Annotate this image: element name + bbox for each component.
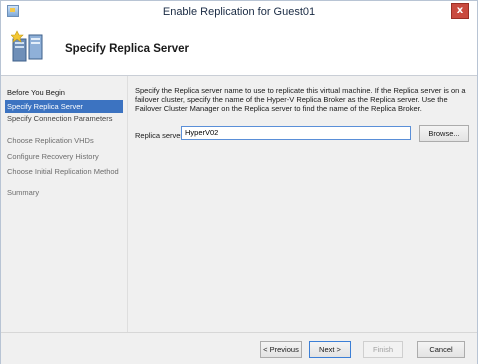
next-button[interactable]: Next > bbox=[309, 341, 351, 358]
browse-button[interactable]: Browse... bbox=[419, 125, 469, 142]
wizard-header: Specify Replica Server bbox=[1, 23, 477, 76]
sidebar-divider bbox=[127, 76, 128, 332]
step-summary[interactable]: Summary bbox=[5, 188, 123, 197]
replica-server-icon bbox=[11, 30, 43, 62]
step-specify-replica-server[interactable]: Specify Replica Server bbox=[5, 100, 123, 113]
wizard-content: Specify the Replica server name to use t… bbox=[129, 76, 475, 332]
step-specify-connection-parameters[interactable]: Specify Connection Parameters bbox=[5, 114, 123, 123]
page-title: Specify Replica Server bbox=[65, 43, 190, 55]
close-button[interactable]: x bbox=[451, 3, 469, 19]
window-title: Enable Replication for Guest01 bbox=[162, 6, 316, 18]
replica-server-input[interactable]: HyperV02 bbox=[181, 126, 411, 140]
step-configure-recovery-history[interactable]: Configure Recovery History bbox=[5, 152, 123, 161]
previous-button[interactable]: < Previous bbox=[260, 341, 302, 358]
title-bar[interactable]: Enable Replication for Guest01 x bbox=[1, 1, 477, 24]
instructions-text: Specify the Replica server name to use t… bbox=[135, 86, 466, 113]
wizard-window: Enable Replication for Guest01 x Specify… bbox=[0, 0, 478, 364]
replica-server-label: Replica server: bbox=[135, 131, 186, 140]
step-choose-initial-replication-method[interactable]: Choose Initial Replication Method bbox=[5, 167, 123, 176]
finish-button[interactable]: Finish bbox=[363, 341, 403, 358]
wizard-footer: < Previous Next > Finish Cancel bbox=[1, 332, 477, 364]
step-choose-replication-vhds[interactable]: Choose Replication VHDs bbox=[5, 136, 123, 145]
wizard-steps-sidebar: Before You Begin Specify Replica Server … bbox=[1, 76, 127, 332]
cancel-button[interactable]: Cancel bbox=[417, 341, 465, 358]
step-before-you-begin[interactable]: Before You Begin bbox=[5, 88, 123, 97]
